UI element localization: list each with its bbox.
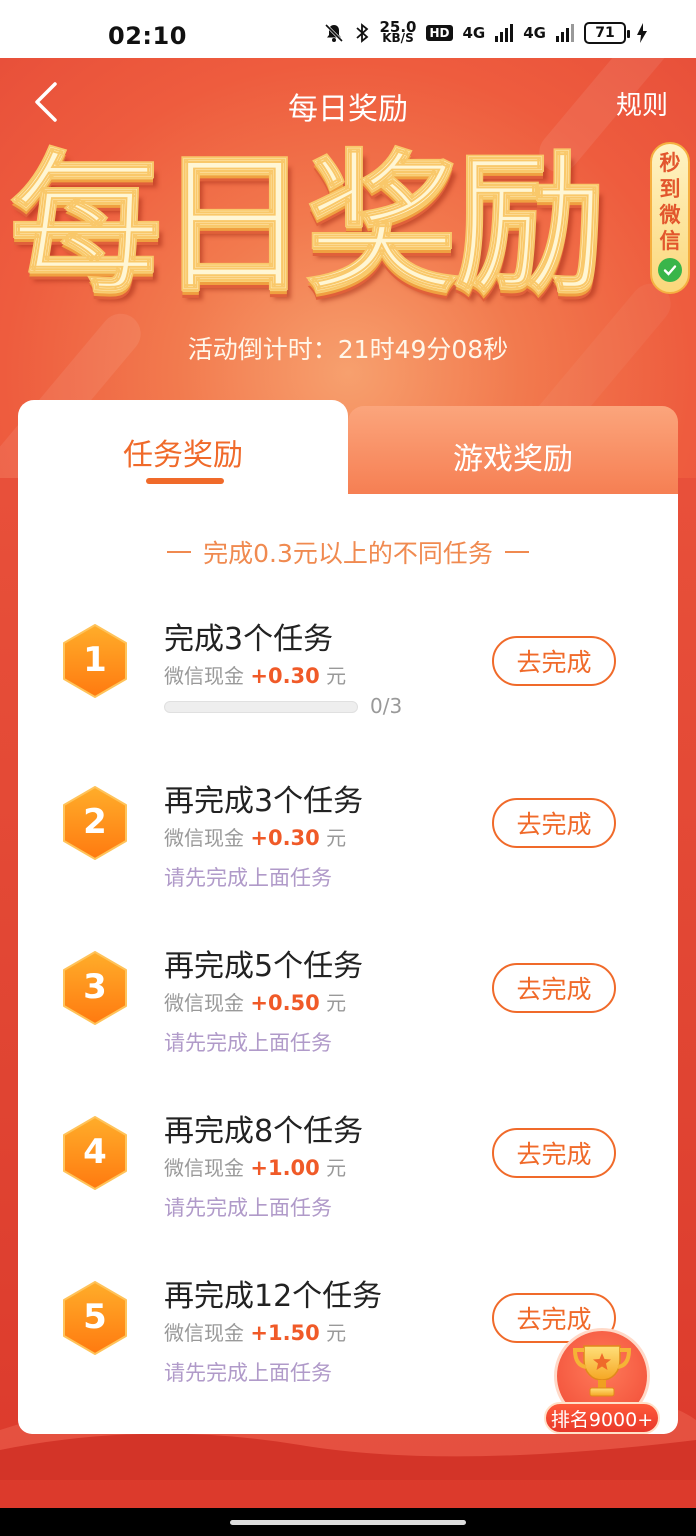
battery-icon: 71 [584, 22, 630, 44]
task-hint: 请先完成上面任务 [164, 1196, 332, 1220]
section-title: 完成0.3元以上的不同任务 [18, 534, 678, 570]
task-title: 再完成8个任务 [164, 1114, 364, 1149]
go-complete-button[interactable]: 去完成 [492, 636, 616, 686]
instant-wechat-badge: 秒 到 微 信 [650, 142, 690, 294]
signal-bars-icon [495, 24, 514, 42]
task-number: 2 [83, 802, 107, 842]
task-reward: 微信现金 +0.30 元 [164, 826, 347, 850]
hero-title: 每日奖励 [9, 136, 650, 313]
charging-icon [637, 23, 647, 43]
hd-icon: HD [426, 25, 453, 41]
tab-label: 任务奖励 [123, 438, 243, 473]
divider [504, 551, 529, 553]
ranking-button[interactable]: 排名9000+ [544, 1328, 660, 1438]
task-title: 再完成5个任务 [164, 949, 364, 984]
task-item-3: 3 再完成5个任务 微信现金 +0.50 元 请先完成上面任务 去完成 [18, 921, 678, 1071]
ranking-label: 排名9000+ [544, 1402, 660, 1434]
task-reward: 微信现金 +1.00 元 [164, 1156, 347, 1180]
task-progress-bar [164, 701, 358, 713]
task-number: 5 [83, 1297, 107, 1337]
task-title: 再完成3个任务 [164, 784, 364, 819]
task-list: 完成0.3元以上的不同任务 1 完成3个任务 微信现金 +0.30 元 0/3 … [18, 494, 678, 1434]
go-complete-button[interactable]: 去完成 [492, 1128, 616, 1178]
task-reward: 微信现金 +0.50 元 [164, 991, 347, 1015]
divider [167, 551, 192, 553]
task-hint: 请先完成上面任务 [164, 1031, 332, 1055]
section-title-text: 完成0.3元以上的不同任务 [203, 539, 493, 568]
rules-button[interactable]: 规则 [616, 85, 668, 122]
badge-char-3: 微 [659, 203, 681, 227]
signal-label-1: 4G [462, 24, 486, 42]
task-title: 再完成12个任务 [164, 1279, 383, 1314]
tab-underline [146, 478, 224, 484]
home-indicator[interactable] [230, 1519, 466, 1525]
network-speed: 25.0 KB/S [379, 18, 417, 45]
countdown: 活动倒计时：21时49分08秒 [0, 330, 696, 366]
task-number: 1 [83, 640, 107, 680]
hexagon-number-icon: 5 [60, 1279, 130, 1357]
task-number: 4 [83, 1132, 107, 1172]
check-icon [658, 258, 682, 282]
status-bar: 02:10 25.0 KB/S HD 4G 4G 71 [0, 0, 696, 58]
countdown-label: 活动倒计时： [187, 335, 338, 364]
task-number: 3 [83, 967, 107, 1007]
status-icons: 25.0 KB/S HD 4G 4G 71 [323, 18, 648, 45]
go-complete-button[interactable]: 去完成 [492, 798, 616, 848]
task-reward: 微信现金 +1.50 元 [164, 1321, 347, 1345]
hexagon-number-icon: 4 [60, 1114, 130, 1192]
task-reward: 微信现金 +0.30 元 [164, 664, 347, 688]
task-item-4: 4 再完成8个任务 微信现金 +1.00 元 请先完成上面任务 去完成 [18, 1086, 678, 1236]
mute-bell-icon [325, 23, 344, 43]
task-item-1: 1 完成3个任务 微信现金 +0.30 元 0/3 去完成 [18, 594, 678, 744]
task-hint: 请先完成上面任务 [164, 866, 332, 890]
home-indicator-bar [0, 1508, 696, 1536]
badge-char-2: 到 [659, 177, 681, 201]
tab-label: 游戏奖励 [453, 442, 573, 477]
reward-card: 游戏奖励 任务奖励 完成0.3元以上的不同任务 1 完成3个任务 微信现金 +0… [18, 400, 678, 1434]
page-title: 每日奖励 [288, 92, 408, 127]
hexagon-number-icon: 1 [60, 622, 130, 700]
signal-label-2: 4G [523, 24, 546, 42]
trophy-icon [572, 1345, 632, 1397]
task-item-2: 2 再完成3个任务 微信现金 +0.30 元 请先完成上面任务 去完成 [18, 756, 678, 906]
bluetooth-icon [356, 23, 369, 43]
countdown-value: 21时49分08秒 [337, 335, 509, 364]
task-hint: 请先完成上面任务 [164, 1361, 332, 1385]
badge-char-4: 信 [659, 229, 681, 253]
hexagon-number-icon: 3 [60, 949, 130, 1027]
hero-title-text: 每日奖励 [9, 136, 607, 313]
hexagon-number-icon: 2 [60, 784, 130, 862]
task-progress-text: 0/3 [370, 694, 403, 718]
signal-bars-icon-2 [556, 24, 574, 42]
go-complete-button[interactable]: 去完成 [492, 963, 616, 1013]
badge-char-1: 秒 [659, 151, 681, 175]
task-title: 完成3个任务 [164, 622, 334, 657]
status-time: 02:10 [108, 22, 187, 50]
nav-bar: 每日奖励 规则 [0, 58, 696, 146]
tab-game-rewards[interactable]: 游戏奖励 [348, 406, 678, 496]
